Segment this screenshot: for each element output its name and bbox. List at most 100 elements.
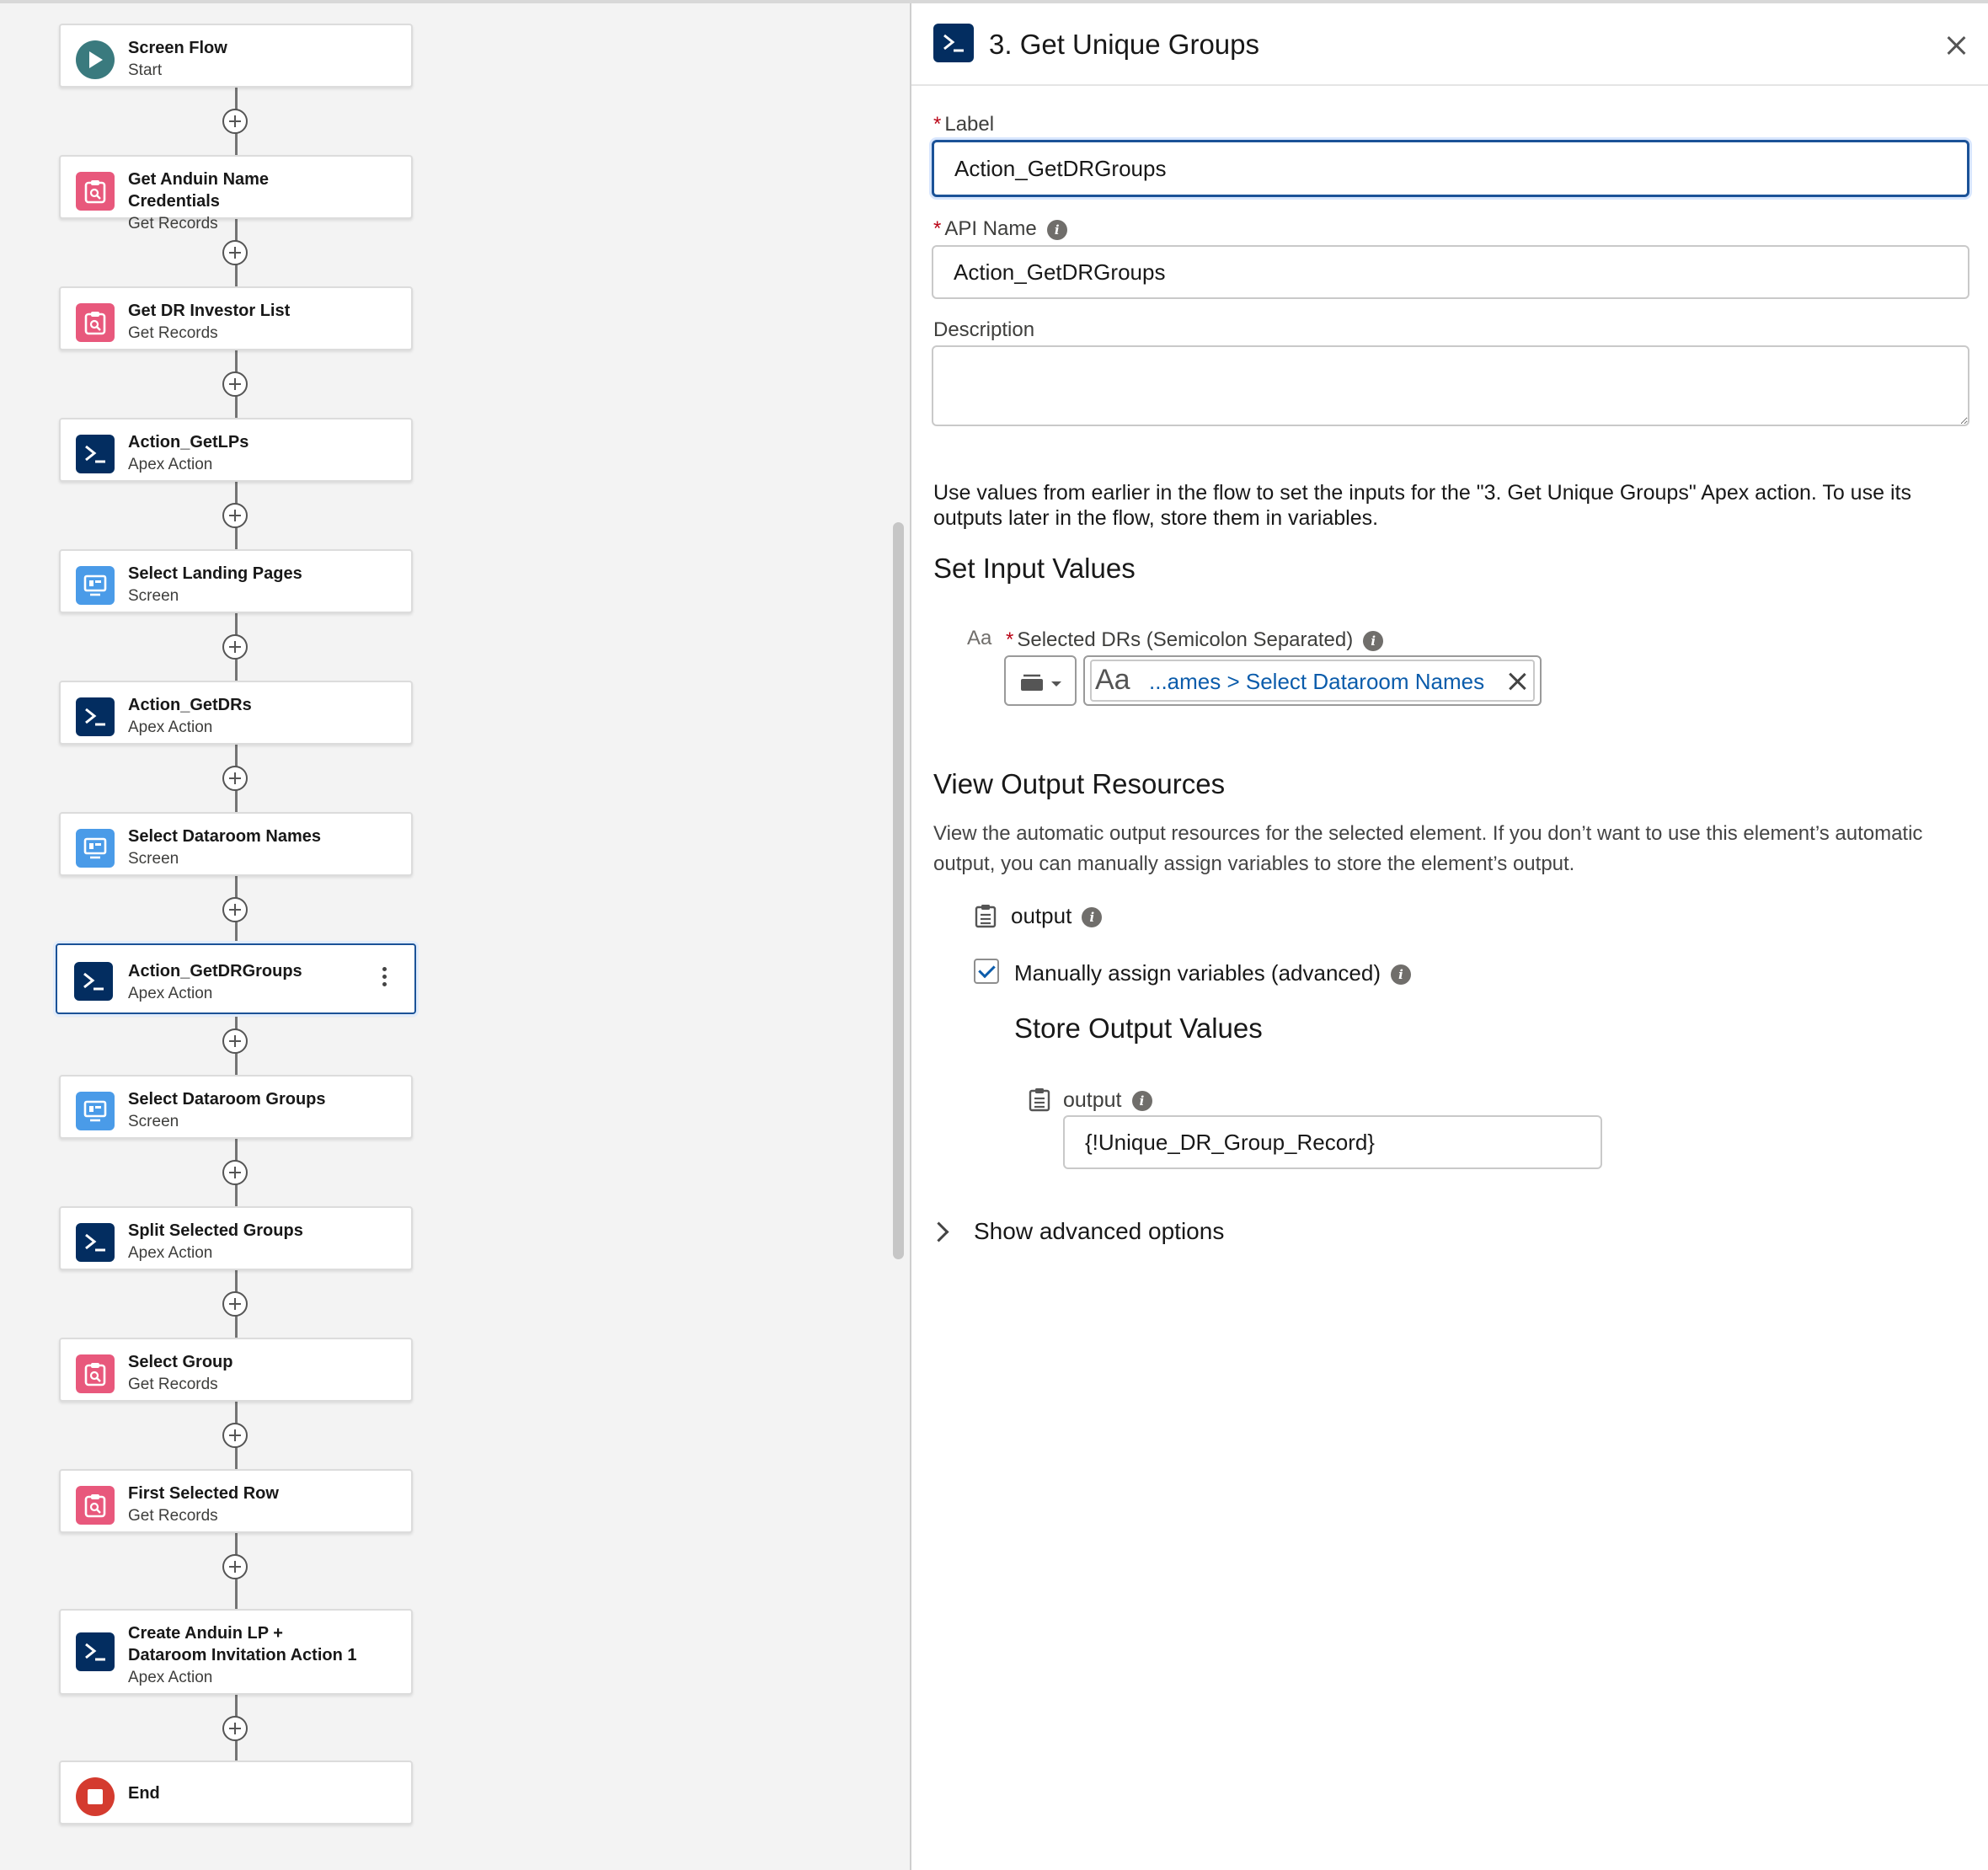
add-element-icon[interactable]	[222, 109, 248, 134]
view-output-description: View the automatic output resources for …	[933, 822, 1923, 875]
manually-assign-label: Manually assign variables (advanced)	[1014, 960, 1381, 986]
store-output-input[interactable]	[1063, 1115, 1602, 1169]
store-output-row: output i	[1063, 1088, 1152, 1113]
label-field-label-text: Label	[944, 113, 995, 136]
flow-node-select-dataroom-names[interactable]: Select Dataroom Names Screen	[59, 812, 413, 876]
chevron-right-icon[interactable]	[928, 1221, 949, 1242]
add-element-icon[interactable]	[222, 766, 248, 791]
flow-node-end[interactable]: End	[59, 1760, 413, 1825]
node-title: Get DR Investor List	[128, 302, 291, 320]
node-title: Action_GetLPs	[128, 433, 249, 451]
flow-node-first-selected-row[interactable]: First Selected Row Get Records	[59, 1469, 413, 1533]
flow-node-get-dr-investor-list[interactable]: Get DR Investor List Get Records	[59, 286, 413, 350]
apex-action-icon	[76, 435, 115, 473]
stacked-layers-icon	[1021, 674, 1061, 691]
close-icon[interactable]	[1944, 32, 1969, 57]
node-subtitle: Screen	[128, 1113, 179, 1130]
get-records-icon	[76, 1486, 115, 1525]
api-name-field-label-text: API Name	[944, 217, 1037, 240]
clipboard-icon	[974, 903, 997, 932]
get-records-icon	[76, 303, 115, 342]
selected-drs-label: * Selected DRs (Semicolon Separated) i	[1006, 628, 1384, 652]
add-element-icon[interactable]	[222, 897, 248, 922]
manually-assign-checkbox[interactable]	[974, 959, 999, 984]
view-output-resources-heading: View Output Resources	[933, 768, 1226, 799]
text-type-icon: Aa	[967, 627, 992, 649]
label-field-label: * Label	[933, 113, 995, 136]
apex-action-icon	[76, 697, 115, 736]
value-type-picker[interactable]	[1004, 655, 1077, 706]
add-element-icon[interactable]	[222, 1716, 248, 1741]
property-editor-panel: 3. Get Unique Groups *Label *API Namei D…	[910, 3, 1988, 1870]
api-name-field-label: * API Name i	[933, 217, 1067, 241]
panel-title: 3. Get Unique Groups	[989, 29, 1260, 60]
flow-node-select-group[interactable]: Select Group Get Records	[59, 1338, 413, 1402]
flow-node-action-getdrgroups[interactable]: Action_GetDRGroups Apex Action	[56, 943, 416, 1014]
info-icon[interactable]: i	[1082, 907, 1103, 928]
add-element-icon[interactable]	[222, 1028, 248, 1054]
node-title: Screen Flow	[128, 39, 227, 57]
intro-text: Use values from earlier in the flow to s…	[933, 481, 1911, 530]
selected-drs-label-text: Selected DRs (Semicolon Separated)	[1017, 628, 1354, 651]
get-records-icon	[76, 172, 115, 211]
set-input-values-heading: Set Input Values	[933, 553, 1136, 584]
node-title: Select Dataroom Groups	[128, 1090, 326, 1109]
flow-node-select-dataroom-groups[interactable]: Select Dataroom Groups Screen	[59, 1075, 413, 1139]
add-element-icon[interactable]	[222, 1554, 248, 1579]
description-field-label: Description	[933, 318, 1035, 341]
flow-node-action-getlps[interactable]: Action_GetLPs Apex Action	[59, 418, 413, 482]
description-textarea[interactable]	[932, 345, 1969, 426]
apex-action-icon	[933, 24, 974, 62]
node-subtitle: Get Records	[128, 1376, 218, 1393]
add-element-icon[interactable]	[222, 1160, 248, 1185]
node-title: Select Dataroom Names	[128, 827, 321, 846]
add-element-icon[interactable]	[222, 634, 248, 660]
node-title: Select Group	[128, 1353, 233, 1371]
flow-node-action-getdrs[interactable]: Action_GetDRs Apex Action	[59, 681, 413, 745]
store-output-label: output	[1063, 1088, 1122, 1112]
apex-action-icon	[74, 962, 113, 1001]
api-name-input[interactable]	[932, 245, 1969, 299]
flow-canvas[interactable]: Screen Flow Start Get Anduin Name Creden…	[0, 3, 891, 1870]
store-output-values-heading: Store Output Values	[1014, 1012, 1263, 1044]
flow-node-screen-flow-start[interactable]: Screen Flow Start	[59, 24, 413, 88]
flow-node-create-anduin-lp-dataroom-invitation[interactable]: Create Anduin LP + Dataroom Invitation A…	[59, 1609, 413, 1695]
info-icon[interactable]: i	[1363, 630, 1384, 651]
node-subtitle: Apex Action	[128, 1669, 213, 1686]
node-title: Get Anduin Name Credentials	[128, 170, 270, 211]
info-icon[interactable]: i	[1131, 1091, 1152, 1112]
text-type-icon: Aa	[1095, 664, 1130, 696]
info-icon[interactable]: i	[1046, 219, 1067, 240]
node-title: Create Anduin LP + Dataroom Invitation A…	[128, 1624, 357, 1664]
node-subtitle: Screen	[128, 850, 179, 868]
node-title: First Selected Row	[128, 1484, 279, 1503]
canvas-scrollbar[interactable]	[893, 522, 904, 1259]
node-title: Split Selected Groups	[128, 1221, 303, 1240]
node-subtitle: Apex Action	[128, 985, 213, 1002]
panel-header: 3. Get Unique Groups	[911, 3, 1988, 86]
add-element-icon[interactable]	[222, 503, 248, 528]
node-title: Action_GetDRs	[128, 696, 252, 714]
add-element-icon[interactable]	[222, 1423, 248, 1448]
node-title: Action_GetDRGroups	[128, 962, 302, 980]
kebab-menu-icon[interactable]	[382, 967, 387, 990]
info-icon[interactable]: i	[1391, 964, 1412, 986]
node-subtitle: Start	[128, 61, 163, 79]
remove-resource-icon[interactable]	[1506, 671, 1528, 692]
node-subtitle: Apex Action	[128, 719, 213, 736]
node-subtitle: Apex Action	[128, 1244, 213, 1262]
flow-node-get-anduin-name-credentials[interactable]: Get Anduin Name Credentials Get Records	[59, 155, 413, 232]
label-input[interactable]	[932, 140, 1969, 197]
show-advanced-options-toggle[interactable]: Show advanced options	[974, 1218, 1224, 1245]
add-element-icon[interactable]	[222, 240, 248, 265]
selected-drs-resource-pill[interactable]: Aa ...ames > Select Dataroom Names	[1083, 655, 1542, 706]
flow-node-select-landing-pages[interactable]: Select Landing Pages Screen	[59, 549, 413, 613]
output-resource-row: output i	[1011, 903, 1103, 929]
add-element-icon[interactable]	[222, 1291, 248, 1317]
flow-node-split-selected-groups[interactable]: Split Selected Groups Apex Action	[59, 1206, 413, 1270]
screen-icon	[76, 1092, 115, 1130]
output-resource-label: output	[1011, 903, 1072, 928]
node-subtitle: Screen	[128, 587, 179, 605]
node-subtitle: Get Records	[128, 1507, 218, 1525]
add-element-icon[interactable]	[222, 371, 248, 397]
